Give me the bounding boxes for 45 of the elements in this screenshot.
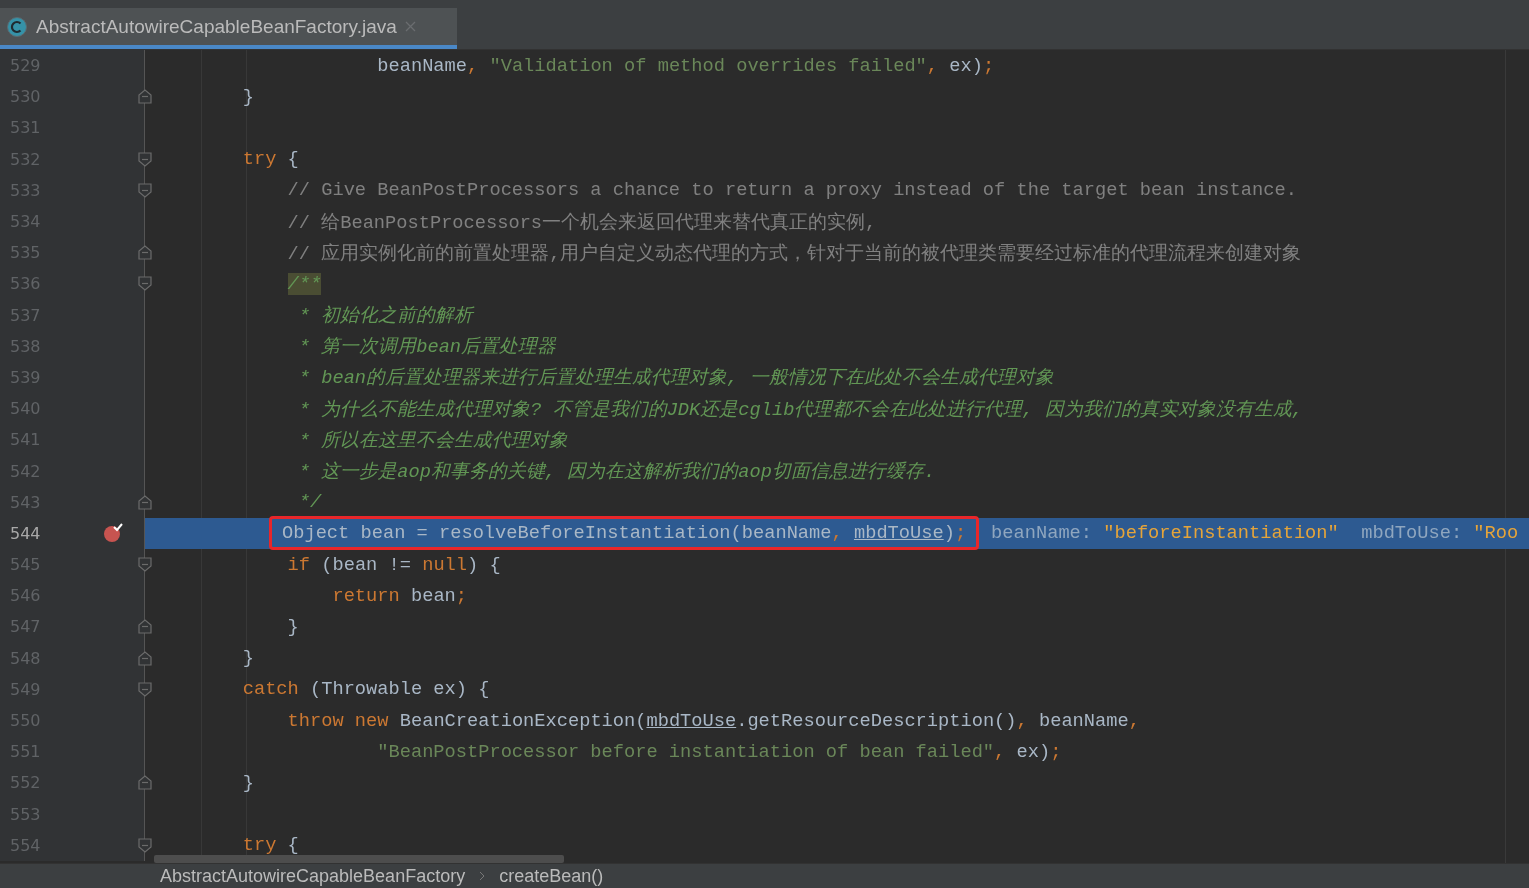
breadcrumb-item[interactable]: createBean() xyxy=(499,863,604,888)
code-line: beanName, "Validation of method overrides failed", ex); xyxy=(376,54,995,77)
code-line: } xyxy=(286,615,299,638)
breakpoint-icon[interactable] xyxy=(102,522,124,545)
code-line: catch (Throwable ex) { xyxy=(241,678,490,701)
fold-marker-icon[interactable] xyxy=(138,182,152,198)
code-line: } xyxy=(241,771,254,794)
code-line: * 第一次调用bean后置处理器 xyxy=(297,335,557,360)
code-line: * 初始化之前的解析 xyxy=(297,304,474,329)
code-line: } xyxy=(241,85,254,108)
code-line: // 给BeanPostProcessors一个机会来返回代理来替代真正的实例, xyxy=(286,210,877,235)
code-line: try { xyxy=(241,834,299,857)
code-line: // 应用实例化前的前置处理器,用户自定义动态代理的方式，针对于当前的被代理类需要经过标准的代理流程来创建对象 xyxy=(286,241,1302,266)
code-line: if (bean != null) { xyxy=(286,553,501,576)
line-number: 544 xyxy=(9,523,42,543)
code-line: * 为什么不能生成代理对象? 不管是我们的JDK还是cglib代理都不会在此处进行代理, 因为我们的真实对象没有生成, xyxy=(297,397,1303,422)
code-line: "BeanPostProcessor before instantiation of bean failed", ex); xyxy=(376,740,1062,763)
code-line: * 这一步是aop和事务的关键, 因为在这解析我们的aop切面信息进行缓存. xyxy=(297,460,936,485)
fold-marker-icon[interactable] xyxy=(138,557,152,573)
fold-marker-icon[interactable] xyxy=(138,89,152,105)
fold-marker-icon[interactable] xyxy=(138,837,152,853)
code-line: } xyxy=(241,647,254,670)
code-line: try { xyxy=(241,148,299,171)
fold-marker-icon[interactable] xyxy=(138,681,152,697)
file-tab[interactable]: AbstractAutowireCapableBeanFactory.java xyxy=(0,8,457,49)
code-line: * 所以在这里不会生成代理对象 xyxy=(297,428,569,453)
inline-value-hint: beanName: "beforeInstantiation" mbdToUse: "Roo xyxy=(991,522,1519,545)
fold-marker-icon[interactable] xyxy=(138,494,152,510)
code-line: throw new BeanCreationException(mbdToUse.getResourceDescription(), beanName, xyxy=(286,709,1140,732)
horizontal-scrollbar[interactable] xyxy=(154,855,564,863)
breadcrumb-item[interactable]: AbstractAutowireCapableBeanFactory xyxy=(160,863,466,888)
code-line: * bean的后置处理器来进行后置处理生成代理对象, 一般情况下在此处不会生成代理对象 xyxy=(297,366,1054,391)
fold-marker-icon[interactable] xyxy=(138,775,152,791)
fold-marker-icon[interactable] xyxy=(138,276,152,292)
code-line: */ xyxy=(297,491,322,514)
code-line: return bean; xyxy=(331,584,468,607)
code-line: Object bean = resolveBeforeInstantiation(beanName, mbdToUse); xyxy=(282,522,967,545)
fold-marker-icon[interactable] xyxy=(138,650,152,666)
class-file-icon xyxy=(6,15,28,38)
code-line: // Give BeanPostProcessors a chance to return a proxy instead of the target bean instance. xyxy=(286,179,1297,202)
chevron-icon xyxy=(479,871,486,881)
close-icon[interactable] xyxy=(404,21,416,32)
fold-marker-icon[interactable] xyxy=(138,619,152,635)
fold-marker-icon[interactable] xyxy=(138,151,152,167)
fold-marker-icon[interactable] xyxy=(138,245,152,261)
